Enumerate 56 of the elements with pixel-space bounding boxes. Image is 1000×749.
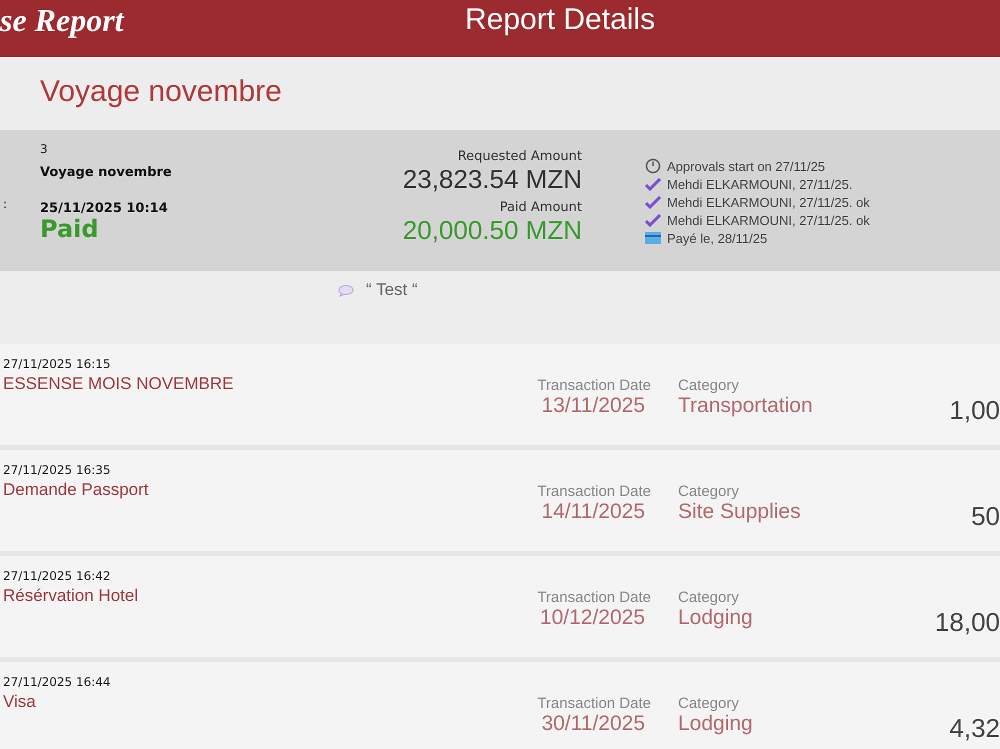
expense-amount: 50 (970, 500, 1000, 533)
created-time: 27/11/2025 16:44 (3, 675, 112, 689)
category-label: Category (678, 589, 739, 606)
expense-name: Visa (3, 692, 37, 712)
category-value: Site Supplies (678, 500, 801, 524)
requested-amount: 23,823.54 MZN (402, 164, 582, 194)
transaction-date-label: Transaction Date (537, 589, 651, 606)
check-icon (645, 196, 661, 208)
category-label: Category (678, 695, 739, 712)
expense-amount: 4,32 (948, 712, 1000, 745)
expense-row[interactable]: 27/11/2025 16:15 ESSENSE MOIS NOVEMBRE Transaction Date 13/11/2025 Category Transportation 1,00 (0, 344, 1000, 450)
created-time: 27/11/2025 16:35 (3, 463, 112, 477)
paid-label: Paid Amount (500, 200, 582, 215)
category-label: Category (678, 483, 739, 500)
report-status: Paid (40, 215, 99, 243)
expense-amount: 18,00 (934, 606, 1000, 639)
report-name: Voyage novembre (40, 165, 172, 180)
approval-entry: Payé le, 28/11/25 (667, 230, 768, 246)
requested-label: Requested Amount (458, 149, 582, 164)
report-comment: “ Test “ (366, 280, 418, 300)
check-icon (645, 178, 661, 190)
expense-name: ESSENSE MOIS NOVEMBRE (3, 374, 234, 394)
created-time: 27/11/2025 16:15 (3, 357, 112, 371)
transaction-date-label: Transaction Date (537, 483, 651, 500)
page-title: Report Details (464, 2, 656, 38)
created-time: 27/11/2025 16:42 (3, 569, 112, 583)
report-date: 25/11/2025 10:14 (40, 201, 168, 216)
approval-entry: Approvals start on 27/11/25 (667, 158, 826, 174)
category-value: Transportation (678, 394, 813, 418)
transaction-date-label: Transaction Date (537, 695, 651, 712)
report-title: Voyage novembre (40, 75, 282, 108)
approval-entry: Mehdi ELKARMOUNI, 27/11/25. (667, 176, 852, 192)
transaction-date: 13/11/2025 (541, 394, 645, 418)
expense-name: Demande Passport (3, 480, 150, 500)
check-icon (645, 214, 661, 226)
expense-row[interactable]: 27/11/2025 16:44 Visa Transaction Date 30/11/2025 Category Lodging 4,32 (0, 662, 1000, 749)
category-label: Category (678, 377, 739, 394)
expense-row[interactable]: 27/11/2025 16:35 Demande Passport Transaction Date 14/11/2025 Category Site Supplies 50 (0, 450, 1000, 556)
expense-row[interactable]: 27/11/2025 16:42 Résérvation Hotel Transaction Date 10/12/2025 Category Lodging 18,00 (0, 556, 1000, 662)
transaction-date: 30/11/2025 (541, 712, 645, 736)
category-value: Lodging (678, 606, 753, 630)
app-logo: se Report (0, 1, 126, 40)
approval-entry: Mehdi ELKARMOUNI, 27/11/25. ok (667, 194, 870, 210)
transaction-date: 14/11/2025 (541, 500, 645, 524)
transaction-date: 10/12/2025 (540, 606, 645, 630)
transaction-date-label: Transaction Date (537, 377, 651, 394)
report-id: 3 (40, 142, 48, 156)
clock-icon (645, 158, 661, 174)
expense-amount: 1,00 (948, 394, 1000, 427)
category-value: Lodging (678, 712, 753, 736)
expense-name: Résérvation Hotel (3, 586, 140, 606)
date-label: : (2, 197, 8, 213)
card-icon (645, 232, 661, 244)
paid-amount: 20,000.50 MZN (402, 215, 582, 245)
speech-bubble-icon (338, 285, 354, 297)
approval-entry: Mehdi ELKARMOUNI, 27/11/25. ok (667, 212, 870, 228)
